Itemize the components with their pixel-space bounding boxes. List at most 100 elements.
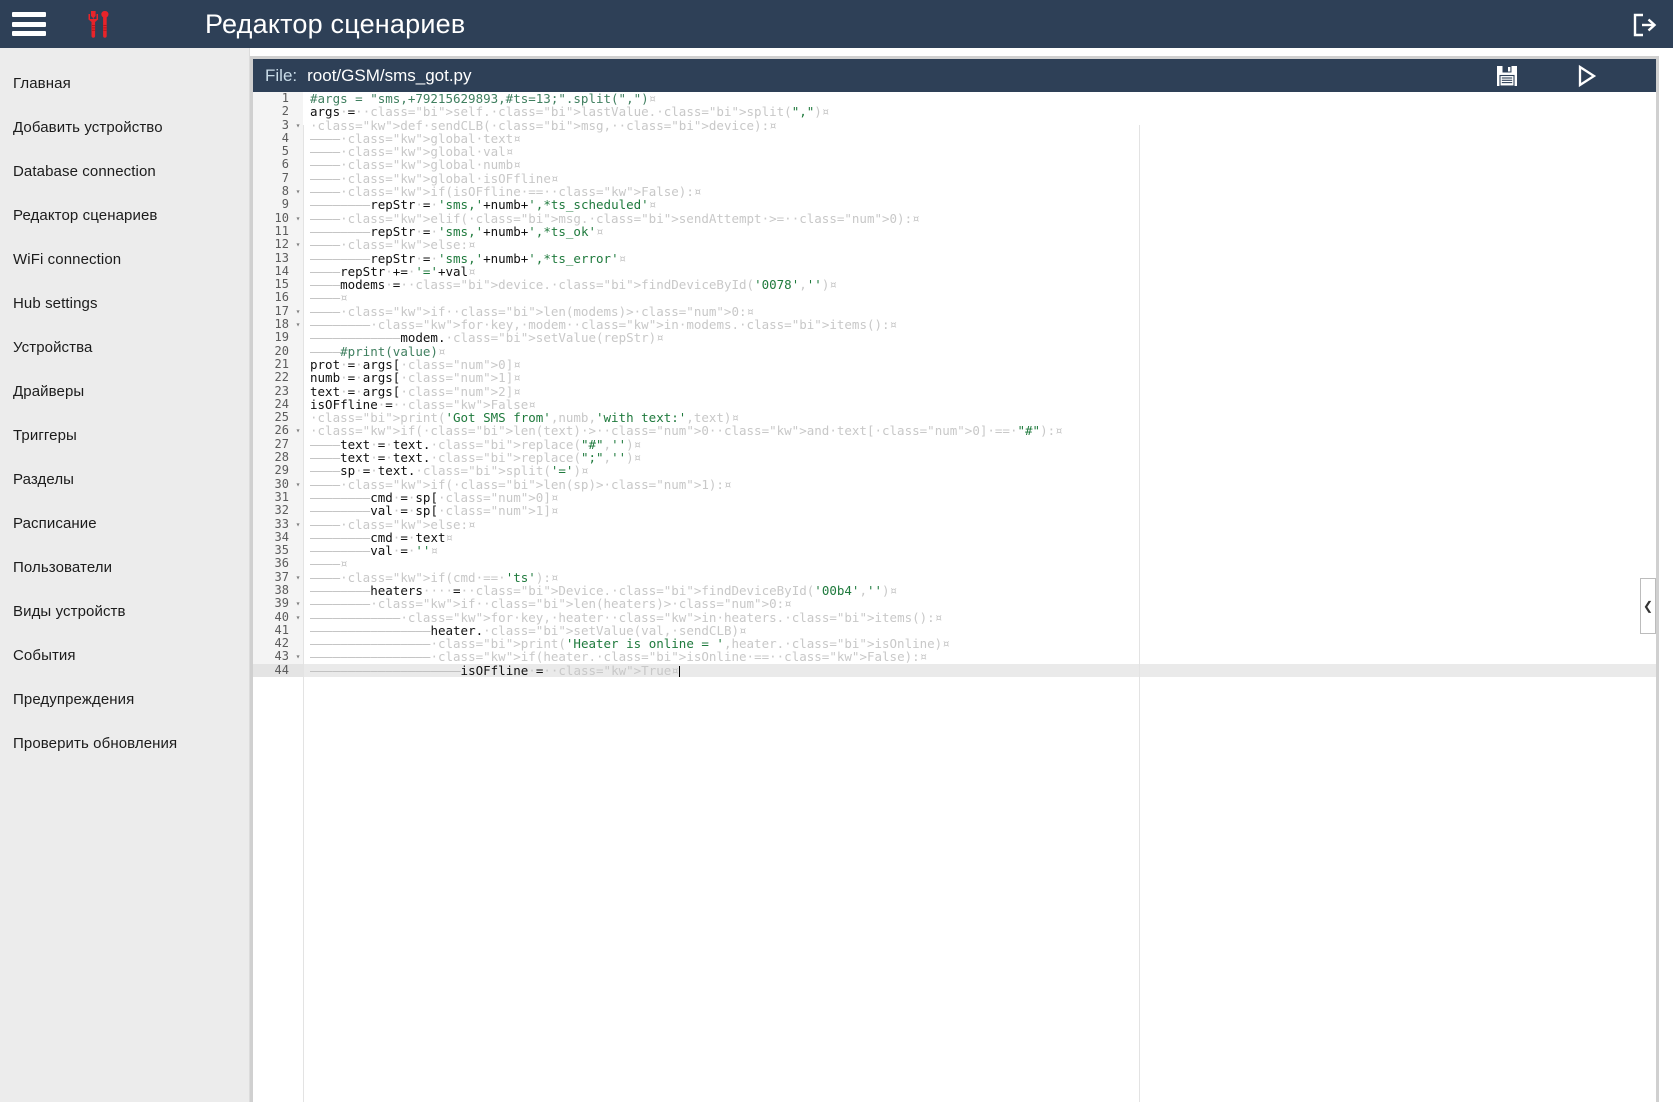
code-line[interactable]: 39▾————————·class="kw">if··class="bi">le… [253, 597, 1656, 610]
sidebar-item-drivers[interactable]: Драйверы [0, 370, 249, 414]
sidebar-item-script-editor[interactable]: Редактор сценариев [0, 194, 249, 238]
code-line[interactable]: 7————·class="kw">global·isOFfline¤ [253, 172, 1656, 185]
sidebar-item-users[interactable]: Пользователи [0, 546, 249, 590]
hamburger-menu-icon[interactable] [12, 12, 46, 36]
fold-arrow-icon[interactable]: ▾ [293, 597, 303, 610]
code-line[interactable]: 44————————————————————isOFfline·=··class… [253, 664, 1656, 677]
code-text: prot·=·args[·class="num">0]¤ [303, 358, 1656, 371]
fold-spacer [293, 557, 303, 570]
code-line[interactable]: 5————·class="kw">global·val¤ [253, 145, 1656, 158]
code-line[interactable]: 13————————repStr·=·'sms,'+numb+',*ts_err… [253, 252, 1656, 265]
fold-spacer [293, 158, 303, 171]
code-lines[interactable]: 1#args = "sms,+79215629893,#ts=13;".spli… [253, 92, 1656, 677]
sidebar-item-warnings[interactable]: Предупреждения [0, 678, 249, 722]
fold-arrow-icon[interactable]: ▾ [293, 571, 303, 584]
sidebar-item-device-types[interactable]: Виды устройств [0, 590, 249, 634]
line-number: 6 [253, 158, 293, 171]
script-editor-panel: File: root/GSM/sms_got.py [250, 56, 1659, 1102]
line-number: 23 [253, 385, 293, 398]
code-line[interactable]: 14————repStr·+=·'='+val¤ [253, 265, 1656, 278]
code-line[interactable]: 37▾————·class="kw">if(cmd·==·'ts'):¤ [253, 571, 1656, 584]
code-line[interactable]: 30▾————·class="kw">if(·class="bi">len(sp… [253, 478, 1656, 491]
code-line[interactable]: 12▾————·class="kw">else:¤ [253, 238, 1656, 251]
code-line[interactable]: 32————————val·=·sp[·class="num">1]¤ [253, 504, 1656, 517]
code-line[interactable]: 28————text·=·text.·class="bi">replace(";… [253, 451, 1656, 464]
code-line[interactable]: 4————·class="kw">global·text¤ [253, 132, 1656, 145]
fold-arrow-icon[interactable]: ▾ [293, 478, 303, 491]
code-text: ————modems·=··class="bi">device.·class="… [303, 278, 1656, 291]
line-number: 34 [253, 531, 293, 544]
code-text: ————·class="kw">if(cmd·==·'ts'):¤ [303, 571, 1656, 584]
line-number: 8 [253, 185, 293, 198]
code-line[interactable]: 22numb·=·args[·class="num">1]¤ [253, 371, 1656, 384]
code-line[interactable]: 25·class="bi">print('Got SMS from',numb,… [253, 411, 1656, 424]
sidebar-item-label: Виды устройств [13, 603, 126, 620]
code-line[interactable]: 10▾————·class="kw">elif(·class="bi">msg.… [253, 212, 1656, 225]
code-line[interactable]: 11————————repStr·=·'sms,'+numb+',*ts_ok'… [253, 225, 1656, 238]
code-line[interactable]: 42————————————————·class="bi">print('Hea… [253, 637, 1656, 650]
code-line[interactable]: 16————¤ [253, 291, 1656, 304]
fold-arrow-icon[interactable]: ▾ [293, 119, 303, 132]
fold-arrow-icon[interactable]: ▾ [293, 185, 303, 198]
code-line[interactable]: 43▾————————————————·class="kw">if(heater… [253, 650, 1656, 663]
code-line[interactable]: 20————#print(value)¤ [253, 345, 1656, 358]
fold-arrow-icon[interactable]: ▾ [293, 611, 303, 624]
code-line[interactable]: 17▾————·class="kw">if··class="bi">len(mo… [253, 305, 1656, 318]
file-label: File: [265, 66, 297, 86]
sidebar-item-home[interactable]: Главная [0, 62, 249, 106]
code-line[interactable]: 3▾·class="kw">def·sendCLB(·class="bi">ms… [253, 119, 1656, 132]
play-run-icon[interactable] [1574, 64, 1598, 88]
fold-arrow-icon[interactable]: ▾ [293, 238, 303, 251]
sidebar-item-events[interactable]: События [0, 634, 249, 678]
fold-arrow-icon[interactable]: ▾ [293, 424, 303, 437]
panel-collapse-handle[interactable]: ❮ [1640, 578, 1656, 634]
fold-arrow-icon[interactable]: ▾ [293, 650, 303, 663]
line-number: 18 [253, 318, 293, 331]
fold-arrow-icon[interactable]: ▾ [293, 305, 303, 318]
code-line[interactable]: 15 ————modems·=··class="bi">device.·class… [253, 278, 1656, 291]
code-line[interactable]: 36————¤ [253, 557, 1656, 570]
code-line[interactable]: 34————————cmd·=·text¤ [253, 531, 1656, 544]
logout-icon[interactable] [1631, 12, 1657, 38]
sidebar-item-add-device[interactable]: Добавить устройство [0, 106, 249, 150]
fold-arrow-icon[interactable]: ▾ [293, 212, 303, 225]
code-line[interactable]: 6————·class="kw">global·numb¤ [253, 158, 1656, 171]
code-line[interactable]: 23text·=·args[·class="num">2]¤ [253, 385, 1656, 398]
sidebar-item-wifi[interactable]: WiFi connection [0, 238, 249, 282]
fold-arrow-icon[interactable]: ▾ [293, 318, 303, 331]
line-number: 29 [253, 464, 293, 477]
code-line[interactable]: 40▾————————————·class="kw">for·key,·heat… [253, 611, 1656, 624]
code-line[interactable]: 35————————val·=·''¤ [253, 544, 1656, 557]
code-line[interactable]: 19————————————modem.·class="bi">setValue… [253, 331, 1656, 344]
code-area[interactable]: 1#args = "sms,+79215629893,#ts=13;".spli… [253, 92, 1656, 1102]
code-line[interactable]: 27————text·=·text.·class="bi">replace("#… [253, 438, 1656, 451]
code-line[interactable]: 8▾————·class="kw">if(isOFfline·==··class… [253, 185, 1656, 198]
main-content: File: root/GSM/sms_got.py [250, 48, 1673, 1102]
code-line[interactable]: 21prot·=·args[·class="num">0]¤ [253, 358, 1656, 371]
fold-arrow-icon[interactable]: ▾ [293, 518, 303, 531]
code-line[interactable]: 38————————heaters····=··class="bi">Devic… [253, 584, 1656, 597]
sidebar-item-devices[interactable]: Устройства [0, 326, 249, 370]
sidebar-item-label: Главная [13, 75, 71, 92]
line-number: 15 [253, 278, 293, 291]
sidebar-item-hub-settings[interactable]: Hub settings [0, 282, 249, 326]
code-line[interactable]: 24isOFfline·=··class="kw">False¤ [253, 398, 1656, 411]
line-number: 24 [253, 398, 293, 411]
sidebar-item-check-updates[interactable]: Проверить обновления [0, 722, 249, 766]
code-line[interactable]: 26▾·class="kw">if(·class="bi">len(text)·… [253, 424, 1656, 437]
code-line[interactable]: 2args·=··class="bi">self.·class="bi">las… [253, 105, 1656, 118]
code-line[interactable]: 33▾————·class="kw">else:¤ [253, 518, 1656, 531]
code-line[interactable]: 31————————cmd·=·sp[·class="num">0]¤ [253, 491, 1656, 504]
code-line[interactable]: 18▾————————·class="kw">for·key,·modem··c… [253, 318, 1656, 331]
sidebar-item-database[interactable]: Database connection [0, 150, 249, 194]
code-line[interactable]: 29————sp·=·text.·class="bi">split('=')¤ [253, 464, 1656, 477]
code-text: ————————————modem.·class="bi">setValue(r… [303, 331, 1656, 344]
code-line[interactable]: 1#args = "sms,+79215629893,#ts=13;".spli… [253, 92, 1656, 105]
floppy-disk-save-icon[interactable] [1496, 65, 1518, 87]
code-line[interactable]: 9————————repStr·=·'sms,'+numb+',*ts_sche… [253, 198, 1656, 211]
code-line[interactable]: 41————————————————heater.·class="bi">set… [253, 624, 1656, 637]
fold-spacer [293, 225, 303, 238]
sidebar-item-schedule[interactable]: Расписание [0, 502, 249, 546]
sidebar-item-triggers[interactable]: Триггеры [0, 414, 249, 458]
sidebar-item-sections[interactable]: Разделы [0, 458, 249, 502]
